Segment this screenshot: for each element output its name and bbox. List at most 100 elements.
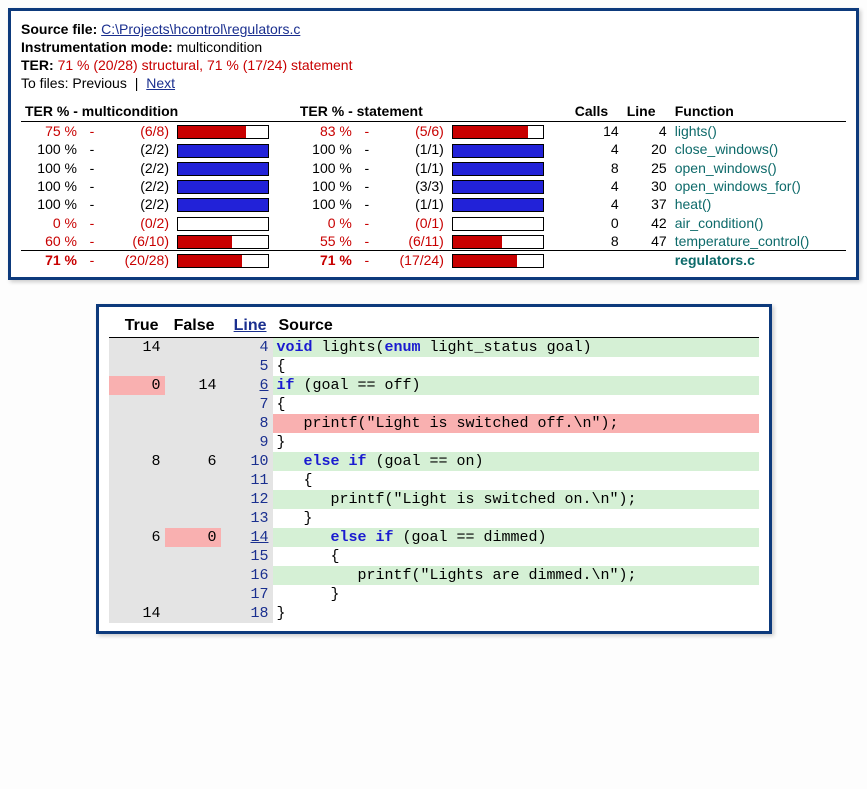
mc-ratio: (0/2) [103,213,173,231]
function-link[interactable]: open_windows() [671,159,846,177]
mc-pct: 100 % [21,140,81,158]
coverage-row: 100 %-(2/2)100 %-(1/1)420close_windows() [21,140,846,158]
mc-bar [177,198,269,212]
true-count [109,490,165,509]
coverage-row: 100 %-(2/2)100 %-(1/1)825open_windows() [21,159,846,177]
true-count: 8 [109,452,165,471]
source-code: if (goal == off) [273,376,759,395]
line: 4 [623,122,671,141]
st-pct: 55 % [296,232,356,251]
line-number: 5 [221,357,273,376]
ter-value: 71 % (20/28) structural, 71 % (17/24) st… [58,57,353,73]
st-ratio: (5/6) [378,122,448,141]
line-number: 15 [221,547,273,566]
source-code: printf("Light is switched on.\n"); [273,490,759,509]
st-ratio: (6/11) [378,232,448,251]
false-count [165,566,221,585]
calls: 4 [571,177,623,195]
mc-bar [177,162,269,176]
calls: 4 [571,140,623,158]
st-bar [452,180,544,194]
function-link[interactable]: heat() [671,195,846,213]
function-link[interactable]: close_windows() [671,140,846,158]
line: 30 [623,177,671,195]
st-pct: 0 % [296,213,356,231]
calls: 14 [571,122,623,141]
false-count [165,585,221,604]
mc-bar [177,144,269,158]
source-row: 7{ [109,395,759,414]
col-true: True [109,315,165,338]
col-calls: Calls [571,101,623,122]
total-st-ratio: (17/24) [378,251,448,270]
mc-pct: 100 % [21,177,81,195]
true-count [109,547,165,566]
st-pct: 83 % [296,122,356,141]
st-ratio: (1/1) [378,140,448,158]
source-code: printf("Light is switched off.\n"); [273,414,759,433]
source-file-link[interactable]: C:\Projects\hcontrol\regulators.c [101,21,300,37]
st-pct: 100 % [296,195,356,213]
st-bar [452,235,544,249]
source-code: { [273,471,759,490]
mc-ratio: (2/2) [103,140,173,158]
to-files-label: To files: [21,75,68,91]
line-number: 9 [221,433,273,452]
source-row: 8610 else if (goal == on) [109,452,759,471]
true-count [109,357,165,376]
sep-pipe: | [135,75,139,91]
function-link[interactable]: air_condition() [671,213,846,231]
function-link[interactable]: temperature_control() [671,232,846,251]
mc-pct: 100 % [21,159,81,177]
line-number: 7 [221,395,273,414]
false-count [165,547,221,566]
function-link[interactable]: lights() [671,122,846,141]
mode-value: multicondition [177,39,263,55]
mc-ratio: (6/8) [103,122,173,141]
line-number[interactable]: 6 [221,376,273,395]
false-count [165,604,221,623]
true-count: 14 [109,604,165,623]
false-count [165,357,221,376]
source-table: True False Line Source 144void lights(en… [109,315,759,623]
ter-label: TER: [21,57,54,73]
mc-ratio: (2/2) [103,159,173,177]
line: 47 [623,232,671,251]
col-line: Line [623,101,671,122]
ter-line: TER: 71 % (20/28) structural, 71 % (17/2… [21,57,846,73]
st-bar [452,198,544,212]
true-count [109,395,165,414]
st-pct: 100 % [296,140,356,158]
line-number: 18 [221,604,273,623]
calls: 4 [571,195,623,213]
source-row: 11 { [109,471,759,490]
st-pct: 100 % [296,159,356,177]
to-files-line: To files: Previous | Next [21,75,846,91]
false-count [165,395,221,414]
false-count [165,433,221,452]
line-number[interactable]: 14 [221,528,273,547]
coverage-table: TER % - multicondition TER % - statement… [21,101,846,269]
source-row: 13 } [109,509,759,528]
line-number: 11 [221,471,273,490]
col-source: Source [273,315,759,338]
next-link[interactable]: Next [146,75,175,91]
mc-bar [177,125,269,139]
source-code: { [273,547,759,566]
source-row: 16 printf("Lights are dimmed.\n"); [109,566,759,585]
source-row: 8 printf("Light is switched off.\n"); [109,414,759,433]
source-code: } [273,585,759,604]
function-link[interactable]: open_windows_for() [671,177,846,195]
line: 37 [623,195,671,213]
mc-ratio: (2/2) [103,195,173,213]
prev-text: Previous [72,75,126,91]
false-count: 14 [165,376,221,395]
true-count: 14 [109,338,165,358]
source-code: } [273,433,759,452]
st-bar [452,144,544,158]
true-count: 6 [109,528,165,547]
col-src-line[interactable]: Line [221,315,273,338]
col-function: Function [671,101,846,122]
true-count [109,414,165,433]
mc-pct: 100 % [21,195,81,213]
